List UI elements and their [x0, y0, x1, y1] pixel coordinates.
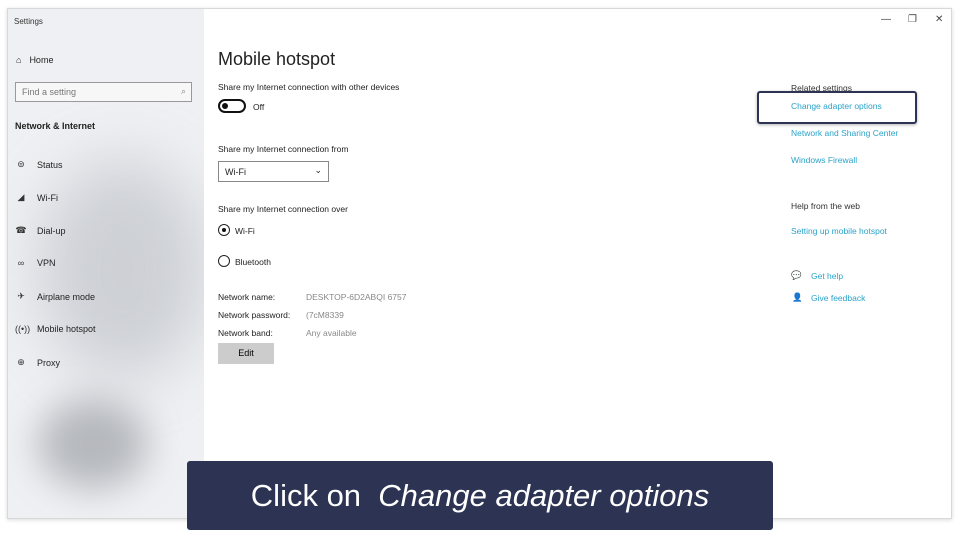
sidebar-item-proxy[interactable]: ⊕ Proxy [15, 357, 60, 368]
link-setting-up-hotspot[interactable]: Setting up mobile hotspot [791, 226, 887, 236]
wifi-icon: ◢ [17, 192, 25, 202]
window-title: Settings [14, 17, 43, 26]
sidebar-home[interactable]: ⌂ Home [16, 55, 53, 65]
hotspot-toggle[interactable] [218, 99, 246, 113]
sidebar-item-wifi[interactable]: ◢ Wi-Fi [15, 192, 58, 203]
search-input[interactable]: Find a setting ⌕ [15, 82, 192, 102]
network-password-label: Network password: [218, 310, 291, 320]
settings-window: Settings ⌂ Home Find a setting ⌕ Network &… [7, 8, 952, 519]
home-icon: ⌂ [16, 55, 22, 65]
toggle-state: Off [253, 102, 265, 112]
hotspot-icon: ((•)) [15, 324, 31, 334]
network-band-value: Any available [306, 328, 357, 338]
sidebar-item-vpn[interactable]: ∞ VPN [15, 258, 56, 268]
link-network-sharing-center[interactable]: Network and Sharing Center [791, 128, 898, 138]
sidebar-item-status[interactable]: ⊜ Status [15, 159, 63, 170]
search-placeholder: Find a setting [22, 87, 77, 97]
sidebar-item-label: Wi-Fi [37, 192, 58, 203]
sidebar-item-mobile-hotspot[interactable]: ((•)) Mobile hotspot [15, 324, 96, 334]
radio-bluetooth[interactable] [218, 255, 230, 267]
link-give-feedback[interactable]: Give feedback [811, 293, 865, 303]
radio-wifi[interactable] [218, 224, 230, 236]
sidebar-item-label: VPN [37, 258, 56, 268]
chevron-down-icon: ⌄ [314, 165, 322, 175]
radio-bluetooth-label: Bluetooth [235, 257, 271, 267]
sidebar: Settings ⌂ Home Find a setting ⌕ Network &… [8, 9, 204, 518]
banner-emphasis: Change adapter options [378, 478, 710, 513]
sidebar-item-dialup[interactable]: ☎ Dial-up [15, 225, 66, 236]
network-name-label: Network name: [218, 292, 276, 302]
share-label: Share my Internet connection with other … [218, 82, 400, 92]
over-label: Share my Internet connection over [218, 204, 348, 214]
instruction-banner: Click on Change adapter options [187, 461, 773, 530]
radio-wifi-label: Wi-Fi [235, 226, 255, 236]
edit-button[interactable]: Edit [218, 343, 274, 364]
get-help-icon: 💬 [791, 270, 802, 280]
section-heading: Network & Internet [15, 121, 96, 131]
search-icon: ⌕ [180, 86, 186, 96]
sidebar-item-label: Mobile hotspot [37, 324, 96, 334]
home-label: Home [29, 55, 54, 65]
network-band-label: Network band: [218, 328, 273, 338]
network-password-value: (7cM8339 [306, 310, 344, 320]
maximize-button[interactable]: ❐ [908, 14, 917, 25]
sidebar-item-label: Airplane mode [37, 291, 96, 302]
sidebar-item-label: Proxy [37, 357, 61, 368]
airplane-icon: ✈ [17, 291, 25, 301]
network-name-value: DESKTOP-6D2ABQI 6757 [306, 292, 407, 302]
feedback-icon: 👤 [792, 292, 803, 302]
phone-icon: ☎ [15, 225, 27, 235]
status-globe-icon: ⊜ [17, 159, 25, 169]
connection-from-select[interactable]: Wi-Fi ⌄ [218, 161, 329, 182]
vpn-icon: ∞ [17, 258, 25, 268]
close-button[interactable]: ✕ [935, 14, 943, 25]
link-get-help[interactable]: Get help [811, 271, 843, 281]
link-windows-firewall[interactable]: Windows Firewall [791, 155, 857, 165]
banner-prefix: Click on [250, 478, 379, 513]
from-label: Share my Internet connection from [218, 144, 349, 154]
minimize-button[interactable]: — [881, 14, 891, 25]
sidebar-item-label: Dial-up [37, 225, 66, 236]
globe-icon: ⊕ [17, 357, 25, 367]
page-title: Mobile hotspot [218, 49, 336, 69]
sidebar-item-airplane[interactable]: ✈ Airplane mode [15, 291, 95, 302]
link-change-adapter-options[interactable]: Change adapter options [791, 101, 882, 111]
help-title: Help from the web [791, 201, 860, 211]
sidebar-item-label: Status [37, 159, 63, 170]
select-value: Wi-Fi [225, 167, 246, 177]
